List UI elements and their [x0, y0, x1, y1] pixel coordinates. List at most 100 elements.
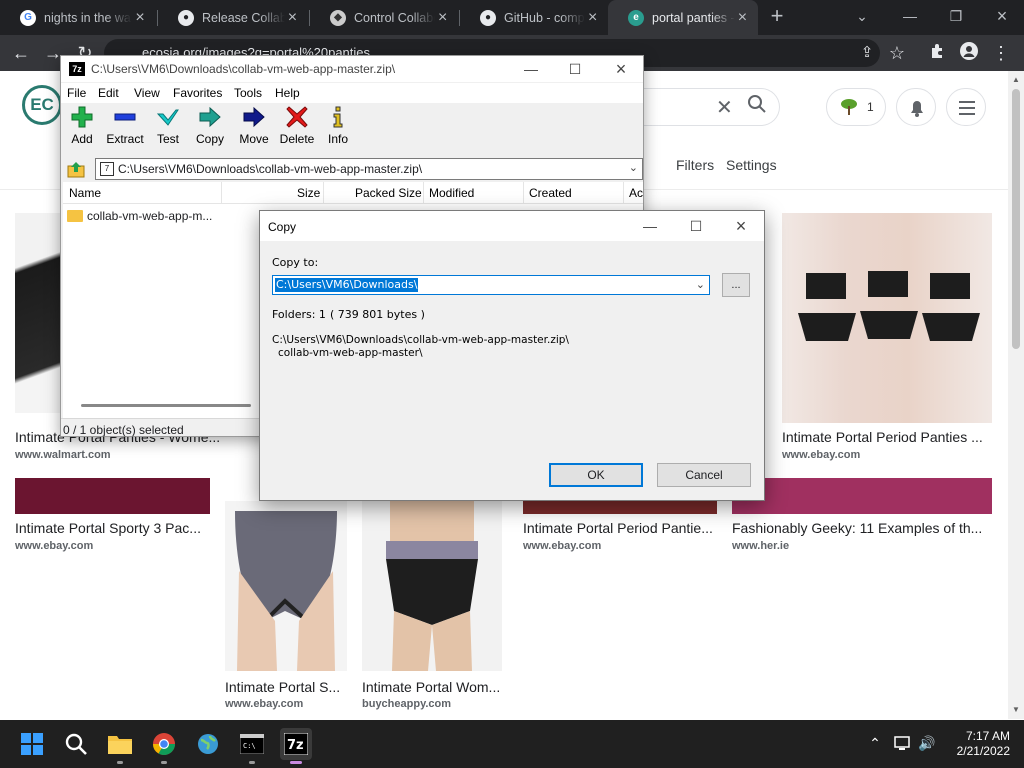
result-source[interactable]: www.ebay.com — [523, 540, 601, 552]
new-tab-plus-icon[interactable]: + — [766, 5, 788, 27]
result-caption[interactable]: Intimate Portal Period Panties ... — [782, 429, 990, 445]
tray-chevron-up-icon[interactable]: ⌃ — [866, 734, 884, 752]
back-arrow-icon[interactable]: ← — [10, 42, 32, 64]
restore-icon[interactable]: ❐ — [944, 5, 968, 27]
kebab-menu-icon[interactable]: ⋮ — [990, 42, 1012, 64]
tab-search-chevron-icon[interactable]: ⌄ — [850, 5, 874, 27]
browse-button[interactable]: ... — [722, 273, 750, 297]
scroll-up-icon[interactable]: ▲ — [1008, 75, 1024, 84]
test-button[interactable]: Test — [155, 106, 181, 146]
delete-button[interactable]: Delete — [279, 106, 315, 146]
result-thumbnail[interactable] — [732, 478, 992, 514]
extensions-puzzle-icon[interactable] — [926, 42, 948, 64]
result-source[interactable]: www.ebay.com — [15, 540, 93, 552]
chevron-down-icon[interactable]: ⌄ — [629, 161, 638, 174]
ecosia-logo[interactable]: EC — [22, 85, 62, 125]
close-window-icon[interactable]: × — [990, 5, 1014, 27]
search-icon[interactable] — [746, 93, 768, 115]
minimize-icon[interactable]: — — [898, 5, 922, 27]
browser-tab-1[interactable]: G nights in the wa × — [0, 0, 156, 35]
close-tab-icon[interactable]: × — [132, 9, 148, 27]
taskbar-file-explorer[interactable] — [104, 728, 136, 764]
maximize-icon[interactable]: ☐ — [686, 217, 706, 235]
image-result[interactable]: Fashionably Geeky: 11 Examples of th... … — [732, 478, 992, 558]
column-packed-size[interactable]: Packed Size — [355, 186, 422, 200]
browser-tab-2[interactable]: ● Release CollabV × — [158, 0, 308, 35]
column-attributes[interactable]: Ac — [629, 186, 643, 200]
archive-path-combo[interactable]: 7 C:\Users\VM6\Downloads\collab-vm-web-a… — [95, 158, 643, 180]
taskbar-chrome[interactable] — [148, 728, 180, 764]
tree-counter[interactable]: 1 — [826, 88, 886, 126]
result-thumbnail[interactable] — [523, 501, 717, 514]
scrollbar-thumb[interactable] — [1012, 89, 1020, 349]
volume-icon[interactable]: 🔊 — [918, 734, 936, 752]
result-source[interactable]: www.ebay.com — [225, 698, 303, 710]
info-button[interactable]: Info — [327, 106, 349, 146]
network-icon[interactable] — [894, 734, 912, 752]
column-divider[interactable] — [523, 182, 524, 204]
result-source[interactable]: buycheappy.com — [362, 698, 451, 710]
extract-button[interactable]: Extract — [105, 106, 145, 146]
start-button[interactable] — [16, 728, 48, 760]
close-dialog-icon[interactable]: × — [731, 217, 751, 235]
clear-search-icon[interactable]: ✕ — [716, 95, 733, 120]
close-tab-icon[interactable]: × — [735, 9, 750, 27]
menu-file[interactable]: File — [67, 86, 86, 100]
image-result[interactable]: Intimate Portal Period Panties ... www.e… — [782, 213, 992, 463]
taskbar-7zip[interactable]: 7z — [280, 728, 312, 764]
hamburger-menu-icon[interactable] — [946, 88, 986, 126]
result-thumbnail[interactable] — [15, 478, 210, 514]
sevenzip-title-bar[interactable]: 7z C:\Users\VM6\Downloads\collab-vm-web-… — [61, 56, 643, 82]
taskbar-network-app[interactable] — [192, 728, 224, 760]
browser-tab-3[interactable]: ◆ Control Collabo × — [310, 0, 458, 35]
notifications-bell-icon[interactable] — [896, 88, 936, 126]
horizontal-scrollbar-thumb[interactable] — [81, 404, 251, 407]
share-icon[interactable]: ⇪ — [856, 42, 878, 64]
cancel-button[interactable]: Cancel — [657, 463, 751, 487]
minimize-icon[interactable]: — — [640, 217, 660, 235]
image-result[interactable]: Intimate Portal Period Pantie... www.eba… — [523, 501, 717, 561]
browser-tab-4[interactable]: ● GitHub - compu × — [460, 0, 608, 35]
column-modified[interactable]: Modified — [429, 186, 474, 200]
close-window-icon[interactable]: × — [611, 60, 631, 78]
column-divider[interactable] — [423, 182, 424, 204]
column-name[interactable]: Name — [69, 186, 101, 200]
move-button[interactable]: Move — [237, 106, 271, 146]
image-result[interactable]: Intimate Portal Sporty 3 Pac... www.ebay… — [15, 478, 210, 558]
column-created[interactable]: Created — [529, 186, 572, 200]
image-result[interactable]: Intimate Portal Wom... buycheappy.com — [362, 501, 502, 716]
result-caption[interactable]: Intimate Portal Wom... — [362, 679, 502, 695]
result-thumbnail[interactable] — [782, 213, 992, 423]
taskbar-clock[interactable]: 7:17 AM 2/21/2022 — [940, 729, 1010, 759]
ok-button[interactable]: OK — [549, 463, 643, 487]
scroll-down-icon[interactable]: ▼ — [1008, 705, 1024, 714]
close-tab-icon[interactable]: × — [585, 9, 600, 27]
copy-to-path-combo[interactable]: C:\Users\VM6\Downloads\ ⌄ — [272, 275, 710, 295]
page-scrollbar[interactable]: ▲ ▼ — [1008, 71, 1024, 719]
menu-view[interactable]: View — [134, 86, 160, 100]
file-list-row[interactable]: collab-vm-web-app-m... — [67, 207, 212, 225]
copy-dialog-title-bar[interactable]: Copy — ☐ × — [260, 211, 764, 241]
menu-help[interactable]: Help — [275, 86, 300, 100]
result-source[interactable]: www.walmart.com — [15, 449, 111, 461]
result-thumbnail[interactable] — [225, 501, 347, 671]
browser-tab-5-active[interactable]: e portal panties - × — [608, 0, 758, 35]
close-tab-icon[interactable]: × — [435, 9, 450, 27]
copy-button[interactable]: Copy — [195, 106, 225, 146]
bookmark-star-icon[interactable]: ☆ — [886, 42, 908, 64]
filters-link[interactable]: Filters — [676, 157, 714, 173]
image-result[interactable]: Intimate Portal S... www.ebay.com — [225, 501, 347, 716]
taskbar-terminal[interactable]: C:\ — [236, 728, 268, 764]
column-divider[interactable] — [221, 182, 222, 204]
result-thumbnail[interactable] — [362, 501, 502, 671]
menu-edit[interactable]: Edit — [98, 86, 119, 100]
result-source[interactable]: www.her.ie — [732, 540, 789, 552]
maximize-icon[interactable]: ☐ — [565, 60, 585, 78]
column-size[interactable]: Size — [297, 186, 320, 200]
result-caption[interactable]: Intimate Portal Period Pantie... — [523, 520, 717, 536]
menu-favorites[interactable]: Favorites — [173, 86, 222, 100]
settings-link[interactable]: Settings — [726, 157, 777, 173]
result-caption[interactable]: Fashionably Geeky: 11 Examples of th... — [732, 520, 992, 536]
result-caption[interactable]: Intimate Portal S... — [225, 679, 347, 695]
minimize-icon[interactable]: — — [521, 60, 541, 78]
